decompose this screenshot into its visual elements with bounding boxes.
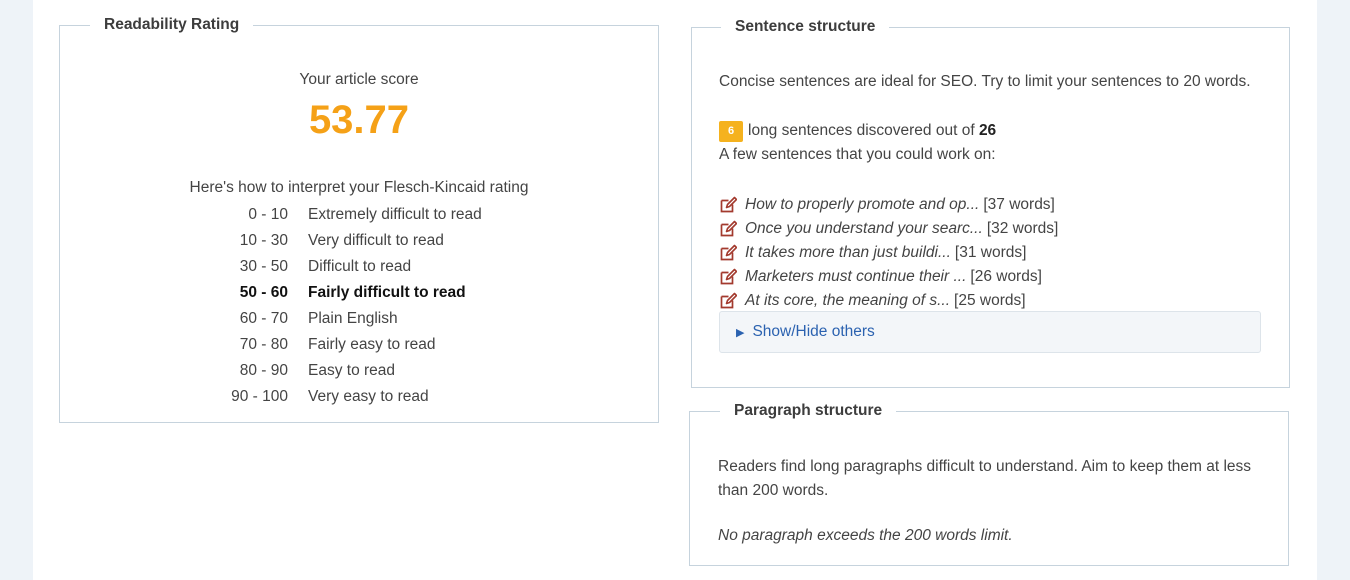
long-count-badge: 6 bbox=[719, 121, 743, 142]
long-sentence-count: 6 long sentences discovered out of 26 bbox=[719, 121, 996, 142]
sentence-word-count: [37 words] bbox=[983, 196, 1055, 213]
sentence-word-count: [25 words] bbox=[954, 292, 1026, 309]
long-sentence-item[interactable]: At its core, the meaning of s... [25 word… bbox=[719, 289, 1058, 313]
rating-range: 0 - 10 bbox=[248, 206, 288, 223]
sentence-snippet: At its core, the meaning of s... bbox=[745, 292, 951, 309]
sentence-list: How to properly promote and op... [37 wor… bbox=[719, 193, 1058, 313]
long-sentence-item[interactable]: How to properly promote and op... [37 wor… bbox=[719, 193, 1058, 217]
readability-rating-title: Readability Rating bbox=[90, 15, 254, 35]
sentence-word-count: [32 words] bbox=[986, 220, 1059, 237]
rating-row: 30 - 50 Difficult to read bbox=[200, 254, 482, 280]
sentence-snippet: Once you understand your searc... bbox=[745, 220, 983, 237]
rating-label: Easy to read bbox=[308, 362, 396, 379]
rating-row: 10 - 30 Very difficult to read bbox=[200, 228, 482, 254]
rating-row: 0 - 10 Extremely difficult to read bbox=[200, 202, 482, 228]
edit-icon[interactable] bbox=[719, 244, 738, 262]
show-hide-others-toggle[interactable]: ▶ Show/Hide others bbox=[719, 311, 1261, 353]
rating-label: Fairly easy to read bbox=[308, 336, 436, 353]
work-on-text: A few sentences that you could work on: bbox=[719, 146, 996, 163]
rating-row: 50 - 60 Fairly difficult to read bbox=[200, 280, 482, 306]
rating-range: 80 - 90 bbox=[239, 362, 288, 379]
sentence-snippet: It takes more than just buildi... bbox=[745, 244, 951, 261]
edit-icon[interactable] bbox=[719, 268, 738, 286]
total-sentences: 26 bbox=[978, 122, 997, 139]
count-text: long sentences discovered out of bbox=[748, 122, 975, 139]
long-sentence-item[interactable]: Marketers must continue their ... [26 wor… bbox=[719, 265, 1058, 289]
rating-range: 70 - 80 bbox=[239, 336, 288, 353]
sentence-word-count: [26 words] bbox=[970, 268, 1042, 285]
rating-range: 90 - 100 bbox=[231, 388, 288, 405]
rating-row: 90 - 100 Very easy to read bbox=[200, 384, 482, 410]
paragraph-structure-box: Paragraph structure Readers find long pa… bbox=[689, 401, 1289, 566]
sentence-snippet: Marketers must continue their ... bbox=[745, 268, 967, 285]
rating-label: Extremely difficult to read bbox=[308, 206, 482, 223]
interpretation-title: Here's how to interpret your Flesch-Kinc… bbox=[189, 179, 529, 196]
paragraph-intro: Readers find long paragraphs difficult t… bbox=[718, 458, 1252, 499]
rating-row: 60 - 70 Plain English bbox=[200, 306, 482, 332]
article-score: 53.77 bbox=[308, 98, 410, 142]
rating-row: 70 - 80 Fairly easy to read bbox=[200, 332, 482, 358]
edit-icon[interactable] bbox=[719, 220, 738, 238]
score-label: Your article score bbox=[299, 71, 419, 88]
rating-label: Very easy to read bbox=[308, 388, 429, 405]
sentence-structure-title: Sentence structure bbox=[721, 17, 890, 37]
sentence-snippet: How to properly promote and op... bbox=[745, 196, 980, 213]
rating-range: 60 - 70 bbox=[239, 310, 288, 327]
rating-label: Plain English bbox=[308, 310, 398, 327]
long-sentence-item[interactable]: It takes more than just buildi... [31 wor… bbox=[719, 241, 1058, 265]
sentence-structure-box: Sentence structure Concise sentences are… bbox=[691, 17, 1290, 388]
rating-label: Very difficult to read bbox=[308, 232, 444, 249]
rating-row: 80 - 90 Easy to read bbox=[200, 358, 482, 384]
paragraph-status: No paragraph exceeds the 200 words limit… bbox=[718, 527, 1013, 544]
edit-icon[interactable] bbox=[719, 292, 738, 310]
edit-icon[interactable] bbox=[719, 196, 738, 214]
rating-range: 50 - 60 bbox=[239, 284, 288, 301]
show-hide-label: Show/Hide others bbox=[752, 323, 875, 340]
long-sentence-item[interactable]: Once you understand your searc... [32 wor… bbox=[719, 217, 1058, 241]
rating-range: 10 - 30 bbox=[239, 232, 288, 249]
sentence-word-count: [31 words] bbox=[954, 244, 1027, 261]
rating-range: 30 - 50 bbox=[239, 258, 288, 275]
readability-rating-box: Readability Rating Your article score 53… bbox=[59, 15, 659, 423]
rating-label: Fairly difficult to read bbox=[308, 284, 466, 301]
triangle-right-icon: ▶ bbox=[736, 326, 745, 339]
sentence-intro: Concise sentences are ideal for SEO. Try… bbox=[719, 73, 1251, 90]
paragraph-structure-title: Paragraph structure bbox=[720, 401, 897, 421]
rating-label: Difficult to read bbox=[308, 258, 412, 275]
rating-table: 0 - 10 Extremely difficult to read 10 - 30… bbox=[200, 202, 482, 410]
